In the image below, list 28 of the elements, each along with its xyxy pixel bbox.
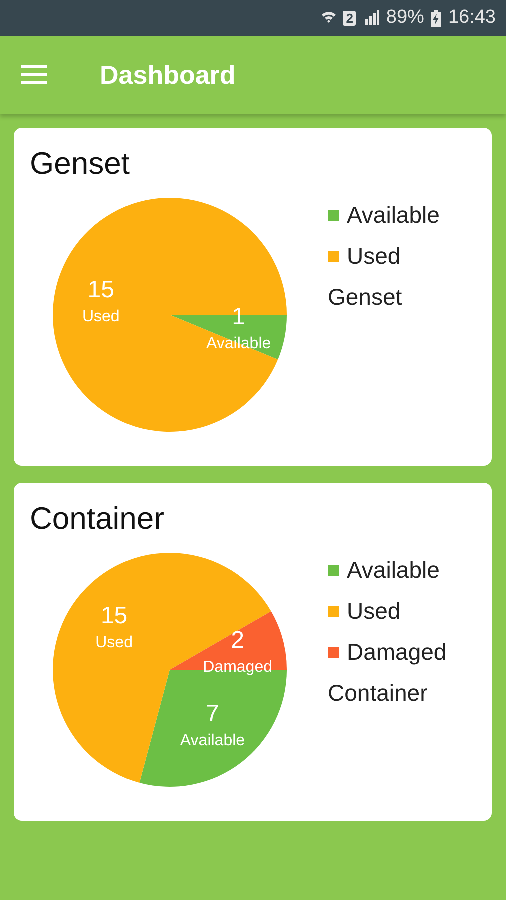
legend-label: Available xyxy=(347,202,440,229)
card-title: Genset xyxy=(30,146,131,182)
slice-label: Used xyxy=(96,634,133,652)
sim-badge: 2 xyxy=(343,10,356,26)
card-title: Container xyxy=(30,501,166,537)
legend-dataset-label: Genset xyxy=(328,284,402,311)
legend-swatch xyxy=(328,210,339,221)
legend-dataset-label: Container xyxy=(328,680,428,707)
app-title: Dashboard xyxy=(100,60,236,90)
battery-percent: 89% xyxy=(386,7,424,29)
legend-swatch xyxy=(328,606,339,617)
menu-icon[interactable] xyxy=(20,65,48,85)
slice-value: 2 xyxy=(231,626,244,654)
battery-charging-icon xyxy=(430,9,442,27)
slice-value: 7 xyxy=(206,700,220,728)
legend-swatch xyxy=(328,565,339,576)
slice-value: 15 xyxy=(100,602,128,630)
slice-value: 15 xyxy=(88,276,114,304)
slice-label: Used xyxy=(82,308,120,326)
signal-icon xyxy=(362,9,380,27)
clock: 16:43 xyxy=(448,7,496,29)
legend-swatch xyxy=(328,647,339,658)
legend-label: Available xyxy=(347,557,440,584)
slice-label: Available xyxy=(180,732,246,750)
legend-label: Damaged xyxy=(347,639,447,666)
legend-label: Used xyxy=(347,243,401,270)
legend-label: Used xyxy=(347,598,401,625)
legend-swatch xyxy=(328,251,339,262)
